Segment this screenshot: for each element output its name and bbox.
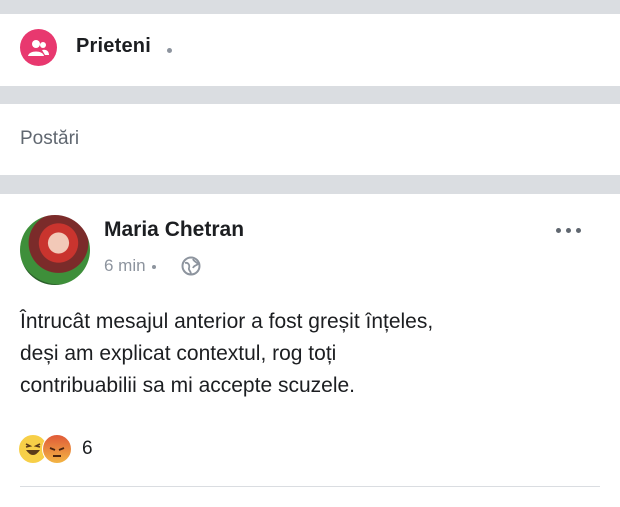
divider xyxy=(20,486,600,487)
separator-dot xyxy=(151,264,156,269)
globe-icon xyxy=(181,256,201,276)
posts-section: Postări xyxy=(0,104,620,175)
post-text-line: Întrucât mesajul anterior a fost greșit … xyxy=(20,310,434,333)
reaction-count: 6 xyxy=(82,438,93,459)
avatar[interactable] xyxy=(20,215,90,285)
separator-dot xyxy=(167,48,172,53)
more-options-icon[interactable] xyxy=(556,224,588,236)
friends-section[interactable]: Prieteni xyxy=(0,14,620,86)
post-author[interactable]: Maria Chetran xyxy=(104,218,244,242)
post-meta: 6 min xyxy=(104,256,162,276)
friends-icon xyxy=(20,29,57,66)
post-text-line: deși am explicat contextul, rog toți xyxy=(20,342,337,365)
post-time[interactable]: 6 min xyxy=(104,256,146,275)
post-text: Întrucât mesajul anterior a fost greșit … xyxy=(20,306,600,402)
post-text-line: contribuabilii sa mi accepte scuzele. xyxy=(20,374,355,397)
friends-label[interactable]: Prieteni xyxy=(76,35,151,58)
angry-reaction-icon xyxy=(42,434,72,464)
posts-heading: Postări xyxy=(20,128,80,149)
post-card: Maria Chetran 6 min Întrucât mesajul ant… xyxy=(0,194,620,507)
